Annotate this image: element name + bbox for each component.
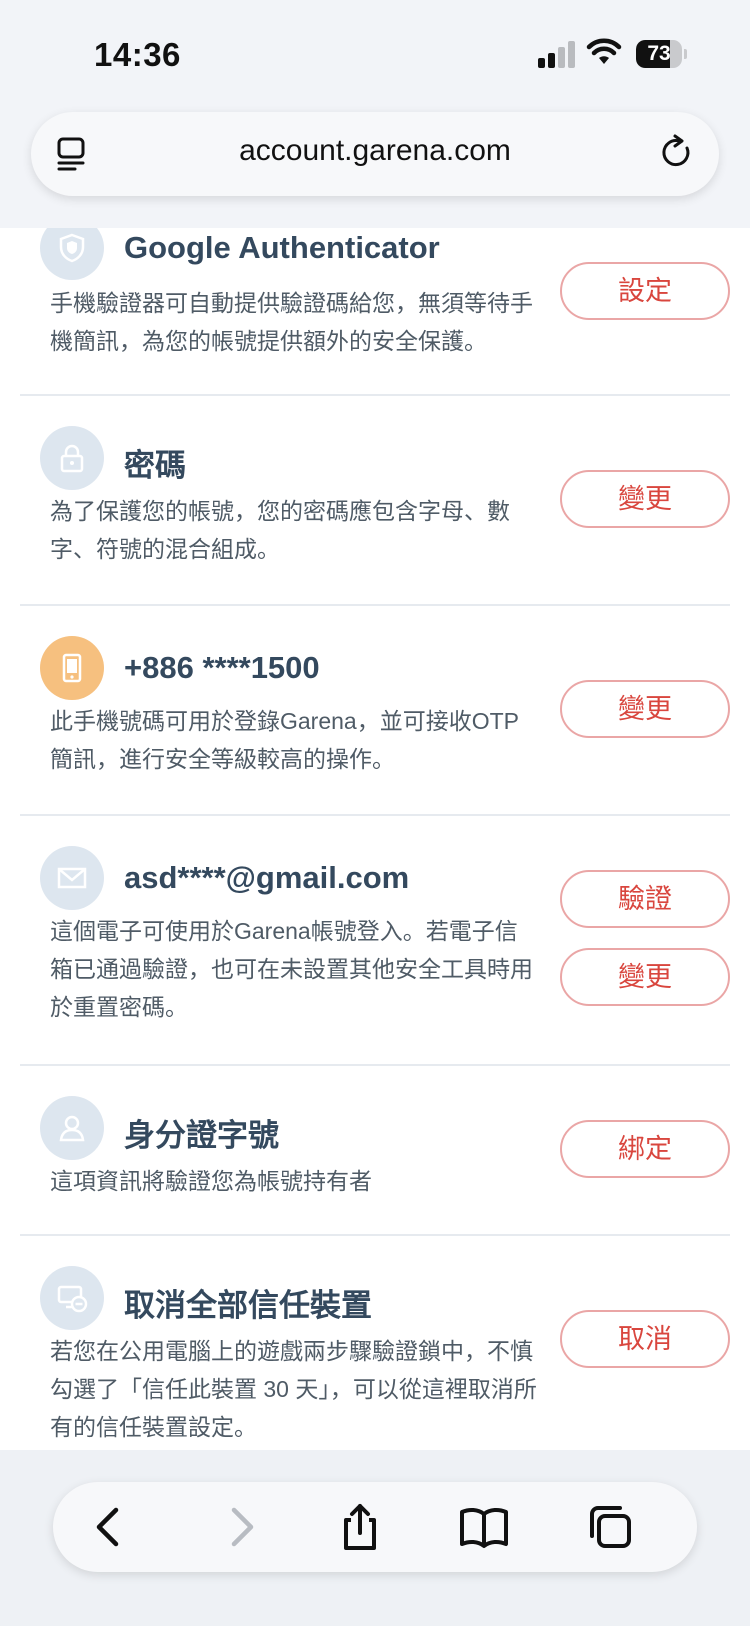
item-description: 此手機號碼可用於登錄Garena，並可接收OTP簡訊，進行安全等級較高的操作。 xyxy=(50,708,519,772)
item-title: Google Authenticator xyxy=(124,230,440,265)
item-title: 密碼 xyxy=(124,448,186,483)
cancel-trusted-devices-button[interactable]: 取消 xyxy=(560,1310,730,1368)
list-item-password: 密碼 為了保護您的帳號，您的密碼應包含字母、數字、符號的混合組成。 變更 xyxy=(0,396,750,606)
share-icon[interactable] xyxy=(333,1500,387,1554)
browser-address-area: account.garena.com xyxy=(0,110,750,228)
change-email-button[interactable]: 變更 xyxy=(560,948,730,1006)
change-phone-button[interactable]: 變更 xyxy=(560,680,730,738)
item-description: 若您在公用電腦上的遊戲兩步驟驗證鎖中，不慎勾選了「信任此裝置 30 天」，可以從… xyxy=(50,1338,537,1440)
address-bar[interactable]: account.garena.com xyxy=(31,112,719,196)
tabs-icon[interactable] xyxy=(583,1500,637,1554)
toolbar-pill xyxy=(53,1482,697,1572)
bind-id-button[interactable]: 綁定 xyxy=(560,1120,730,1178)
list-item-id-number: 身分證字號 這項資訊將驗證您為帳號持有者 綁定 xyxy=(0,1066,750,1236)
lock-icon xyxy=(40,426,104,490)
bookmarks-icon[interactable] xyxy=(457,1500,511,1554)
browser-toolbar xyxy=(0,1450,750,1626)
item-title: 身分證字號 xyxy=(124,1118,279,1153)
phone-icon xyxy=(40,636,104,700)
forward-icon xyxy=(231,1507,254,1547)
list-item-email: asd****@gmail.com 這個電子可使用於Garena帳號登入。若電子… xyxy=(0,816,750,1066)
verify-email-button[interactable]: 驗證 xyxy=(560,870,730,928)
status-bar: 14:36 73 xyxy=(0,0,750,110)
item-title: asd****@gmail.com xyxy=(124,860,410,895)
change-password-button[interactable]: 變更 xyxy=(560,470,730,528)
device-remove-icon xyxy=(40,1266,104,1330)
list-item-phone: +886 ****1500 此手機號碼可用於登錄Garena，並可接收OTP簡訊… xyxy=(0,606,750,816)
item-description: 手機驗證器可自動提供驗證碼給您，無須等待手機簡訊，為您的帳號提供額外的安全保護。 xyxy=(50,290,533,354)
security-settings-list: Google Authenticator 手機驗證器可自動提供驗證碼給您，無須等… xyxy=(0,228,750,1450)
cellular-signal-icon xyxy=(538,40,578,68)
list-item-google-authenticator: Google Authenticator 手機驗證器可自動提供驗證碼給您，無須等… xyxy=(0,228,750,396)
id-person-icon xyxy=(40,1096,104,1160)
status-time: 14:36 xyxy=(94,36,181,73)
list-item-trusted-devices: 取消全部信任裝置 若您在公用電腦上的遊戲兩步驟驗證鎖中，不慎勾選了「信任此裝置 … xyxy=(0,1236,750,1450)
battery-icon: 73 xyxy=(636,40,687,68)
item-title: +886 ****1500 xyxy=(124,650,320,685)
item-description: 這個電子可使用於Garena帳號登入。若電子信箱已通過驗證，也可在未設置其他安全… xyxy=(50,918,533,1020)
item-description: 這項資訊將驗證您為帳號持有者 xyxy=(50,1168,372,1194)
item-title: 取消全部信任裝置 xyxy=(124,1288,372,1323)
battery-level: 73 xyxy=(647,42,671,65)
shield-icon xyxy=(40,228,104,280)
item-description: 為了保護您的帳號，您的密碼應包含字母、數字、符號的混合組成。 xyxy=(50,498,510,562)
wifi-icon xyxy=(586,38,622,64)
back-icon[interactable] xyxy=(83,1500,137,1554)
setup-button[interactable]: 設定 xyxy=(560,262,730,320)
url-text[interactable]: account.garena.com xyxy=(31,134,719,168)
reload-icon[interactable] xyxy=(659,134,695,172)
mail-icon xyxy=(40,846,104,910)
